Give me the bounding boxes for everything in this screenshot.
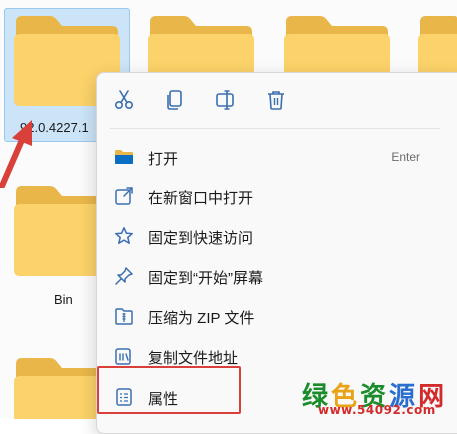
open-new-window-icon xyxy=(115,187,133,205)
annotation-arrow-icon xyxy=(0,120,32,188)
menu-item-label: 固定到“开始”屏幕 xyxy=(148,270,263,287)
pin-icon xyxy=(115,267,133,285)
folder-icon[interactable] xyxy=(146,14,254,74)
rename-icon xyxy=(216,90,234,110)
menu-separator xyxy=(110,128,440,129)
copy-icon xyxy=(167,90,182,110)
menu-item-label: 打开 xyxy=(148,151,179,168)
cut-button[interactable] xyxy=(112,88,136,112)
menu-item-pin-start[interactable]: 固定到“开始”屏幕 xyxy=(106,259,446,293)
folder-icon[interactable] xyxy=(12,184,96,276)
annotation-highlight-box xyxy=(97,366,241,414)
watermark-url: www.54092.com xyxy=(318,403,436,417)
trash-icon xyxy=(268,91,284,110)
shortcut-hint: Enter xyxy=(391,150,420,164)
folder-icon[interactable] xyxy=(416,14,457,74)
folder-open-icon xyxy=(115,150,133,164)
zip-icon xyxy=(115,308,133,325)
folder-icon[interactable] xyxy=(12,356,96,419)
menu-item-open-new-window[interactable]: 在新窗口中打开 xyxy=(106,179,446,213)
menu-item-compress-zip[interactable]: 压缩为 ZIP 文件 xyxy=(106,299,446,333)
menu-item-open[interactable]: 打开 Enter xyxy=(106,140,446,174)
menu-item-label: 复制文件地址 xyxy=(148,350,239,367)
copy-button[interactable] xyxy=(163,88,187,112)
copy-path-icon xyxy=(115,348,131,365)
menu-item-label: 固定到快速访问 xyxy=(148,230,254,247)
delete-button[interactable] xyxy=(264,88,288,112)
scissors-icon xyxy=(114,90,134,110)
folder-icon[interactable] xyxy=(282,14,390,74)
folder-label[interactable]: Bin xyxy=(54,292,73,307)
menu-item-pin-quick-access[interactable]: 固定到快速访问 xyxy=(106,219,446,253)
menu-item-label: 压缩为 ZIP 文件 xyxy=(148,310,255,327)
rename-button[interactable] xyxy=(214,88,238,112)
menu-item-label: 在新窗口中打开 xyxy=(148,190,254,207)
star-icon xyxy=(115,227,133,244)
